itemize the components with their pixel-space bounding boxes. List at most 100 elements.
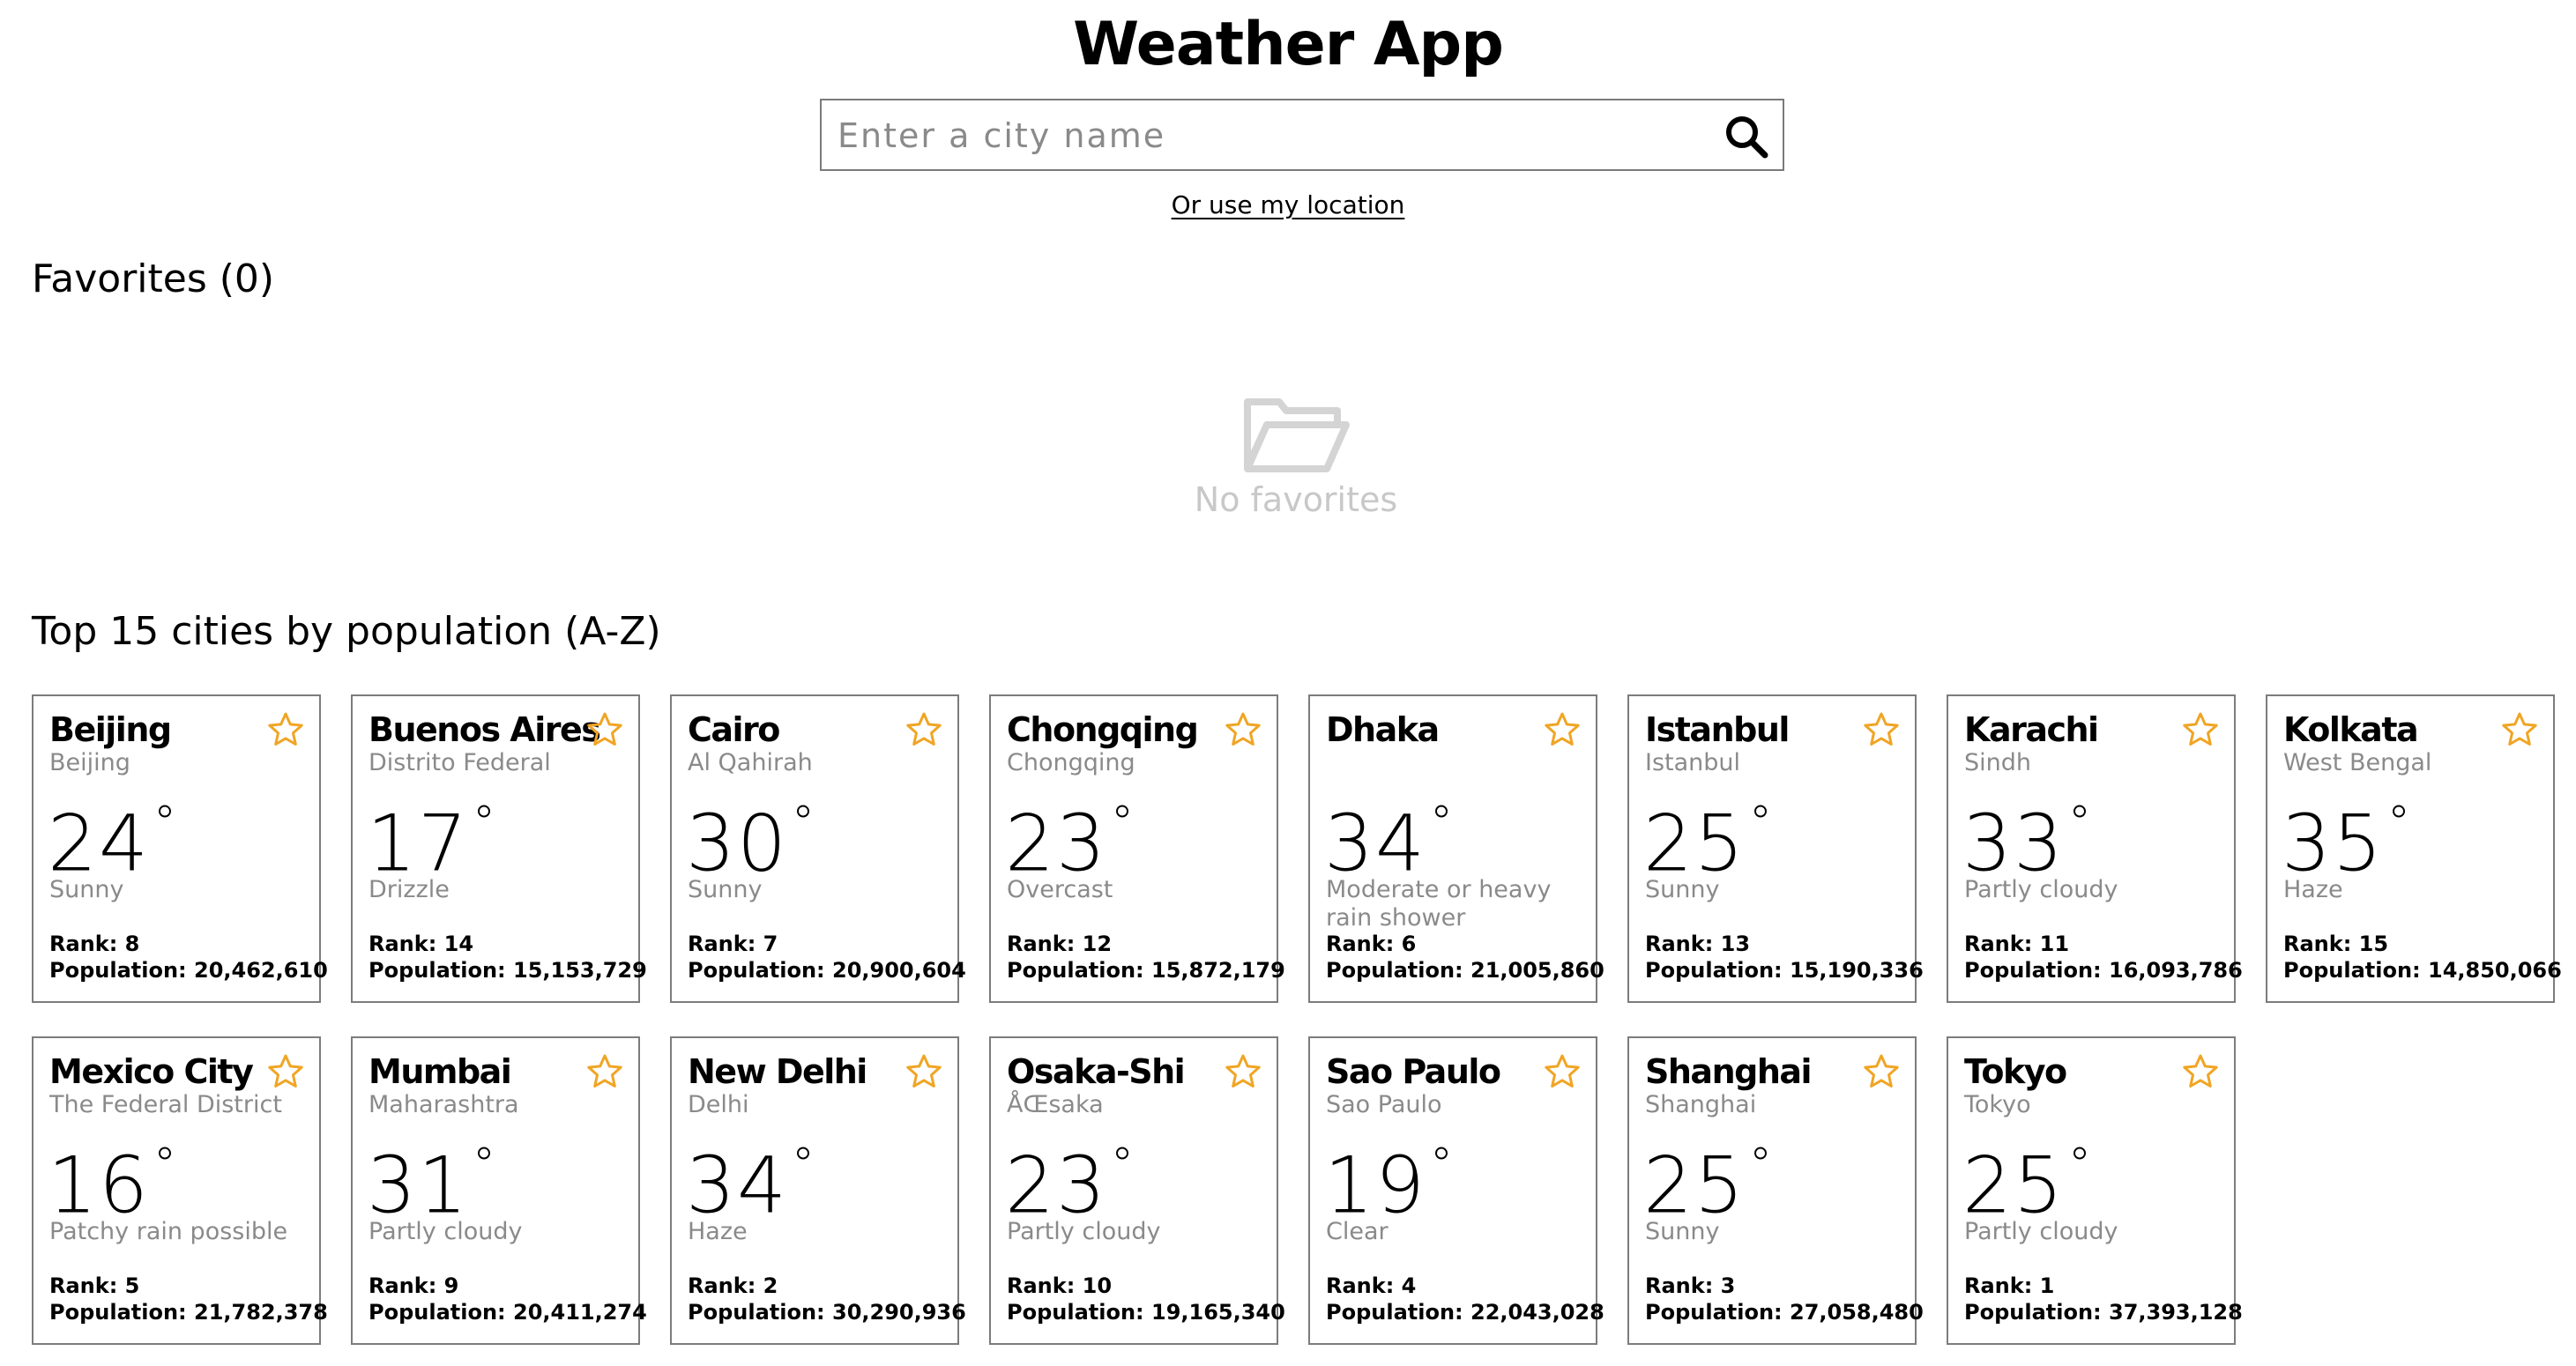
- star-outline-icon[interactable]: [2500, 710, 2539, 749]
- degree-symbol: °: [2386, 797, 2412, 850]
- star-outline-icon[interactable]: [1543, 710, 1582, 749]
- search-input[interactable]: [836, 100, 1703, 171]
- city-population: Population: 16,093,786: [1964, 958, 2243, 983]
- top-cities-heading: Top 15 cities by population (A-Z): [32, 609, 661, 654]
- star-outline-icon[interactable]: [1224, 1052, 1262, 1091]
- city-rank: Rank: 15: [2283, 932, 2389, 956]
- city-card[interactable]: Osaka-Shi ÅŒsaka 23° Partly cloudy Rank: 10 P…: [989, 1036, 1285, 1345]
- city-population: Population: 22,043,028: [1326, 1300, 1604, 1325]
- temperature-value: 30: [686, 798, 788, 889]
- city-region: Chongqing: [1007, 749, 1135, 776]
- star-outline-icon[interactable]: [1862, 710, 1901, 749]
- star-outline-icon[interactable]: [2181, 710, 2220, 749]
- city-population: Population: 37,393,128: [1964, 1300, 2243, 1325]
- weather-condition: Drizzle: [369, 876, 450, 903]
- star-outline-icon[interactable]: [266, 1052, 305, 1091]
- city-population: Population: 30,290,936: [688, 1300, 966, 1325]
- city-rank: Rank: 9: [369, 1273, 459, 1298]
- temperature: 23°: [1005, 784, 1135, 887]
- use-my-location-link[interactable]: Or use my location: [1172, 190, 1405, 219]
- city-name: Buenos Aires: [369, 710, 601, 749]
- favorites-heading: Favorites (0): [32, 256, 275, 301]
- temperature: 35°: [2282, 784, 2412, 887]
- degree-symbol: °: [2067, 1139, 2093, 1192]
- city-population: Population: 19,165,340: [1007, 1300, 1285, 1325]
- star-outline-icon[interactable]: [585, 710, 624, 749]
- city-population: Population: 20,462,610: [49, 958, 328, 983]
- city-card[interactable]: Dhaka 34° Moderate or heavy rain shower Ran…: [1308, 694, 1604, 1003]
- temperature-value: 16: [48, 1140, 150, 1231]
- city-population: Population: 27,058,480: [1645, 1300, 1924, 1325]
- city-card[interactable]: Mumbai Maharashtra 31° Partly cloudy Rank: 9…: [351, 1036, 647, 1345]
- star-outline-icon[interactable]: [905, 1052, 943, 1091]
- city-region: Sindh: [1964, 749, 2032, 776]
- city-rank: Rank: 13: [1645, 932, 1751, 956]
- city-name: Mumbai: [369, 1052, 512, 1091]
- temperature: 31°: [367, 1126, 497, 1229]
- temperature-value: 23: [1005, 1140, 1107, 1231]
- city-card[interactable]: Karachi Sindh 33° Partly cloudy Rank: 11 Popu…: [1947, 694, 2243, 1003]
- star-outline-icon[interactable]: [905, 710, 943, 749]
- weather-condition: Sunny: [688, 876, 763, 903]
- temperature: 17°: [367, 784, 497, 887]
- degree-symbol: °: [1748, 797, 1774, 850]
- star-outline-icon[interactable]: [2181, 1052, 2220, 1091]
- city-card[interactable]: Kolkata West Bengal 35° Haze Rank: 15 Populat…: [2266, 694, 2562, 1003]
- degree-symbol: °: [1748, 1139, 1774, 1192]
- temperature: 25°: [1643, 784, 1774, 887]
- star-outline-icon[interactable]: [1543, 1052, 1582, 1091]
- city-region: Shanghai: [1645, 1091, 1757, 1118]
- city-card[interactable]: Tokyo Tokyo 25° Partly cloudy Rank: 1 Populat…: [1947, 1036, 2243, 1345]
- city-card[interactable]: Cairo Al Qahirah 30° Sunny Rank: 7 Population…: [670, 694, 966, 1003]
- city-region: Distrito Federal: [369, 749, 551, 776]
- city-rank: Rank: 1: [1964, 1273, 2055, 1298]
- city-card[interactable]: Chongqing Chongqing 23° Overcast Rank: 12 Pop…: [989, 694, 1285, 1003]
- city-card[interactable]: Beijing Beijing 24° Sunny Rank: 8 Population:…: [32, 694, 328, 1003]
- city-population: Population: 15,190,336: [1645, 958, 1924, 983]
- weather-condition: Sunny: [1645, 876, 1720, 903]
- weather-condition: Patchy rain possible: [49, 1218, 288, 1245]
- city-card[interactable]: New Delhi Delhi 34° Haze Rank: 2 Population: …: [670, 1036, 966, 1345]
- city-population: Population: 21,782,378: [49, 1300, 328, 1325]
- folder-open-icon: [1244, 398, 1350, 472]
- city-population: Population: 15,872,179: [1007, 958, 1285, 983]
- search-bar: [820, 99, 1784, 171]
- temperature: 25°: [1962, 1126, 2093, 1229]
- weather-condition: Partly cloudy: [1007, 1218, 1161, 1245]
- temperature-value: 17: [367, 798, 469, 889]
- city-card[interactable]: Mexico City The Federal District 16° Patchy…: [32, 1036, 328, 1345]
- city-card-grid: Beijing Beijing 24° Sunny Rank: 8 Population:…: [32, 694, 2562, 1345]
- search-icon[interactable]: [1723, 113, 1770, 160]
- temperature-value: 24: [48, 798, 150, 889]
- temperature-value: 34: [686, 1140, 788, 1231]
- city-population: Population: 15,153,729: [369, 958, 647, 983]
- city-rank: Rank: 2: [688, 1273, 778, 1298]
- city-name: New Delhi: [688, 1052, 867, 1091]
- city-card[interactable]: Istanbul Istanbul 25° Sunny Rank: 13 Populati…: [1627, 694, 1924, 1003]
- city-card[interactable]: Buenos Aires Distrito Federal 17° Drizzle Ra…: [351, 694, 647, 1003]
- city-card[interactable]: Sao Paulo Sao Paulo 19° Clear Rank: 4 Populat…: [1308, 1036, 1604, 1345]
- degree-symbol: °: [791, 1139, 816, 1192]
- city-rank: Rank: 10: [1007, 1273, 1113, 1298]
- city-region: ÅŒsaka: [1007, 1091, 1104, 1118]
- degree-symbol: °: [472, 797, 497, 850]
- city-name: Mexico City: [49, 1052, 254, 1091]
- star-outline-icon[interactable]: [585, 1052, 624, 1091]
- weather-condition: Overcast: [1007, 876, 1113, 903]
- city-region: The Federal District: [49, 1091, 282, 1118]
- temperature: 16°: [48, 1126, 178, 1229]
- star-outline-icon[interactable]: [1862, 1052, 1901, 1091]
- temperature: 24°: [48, 784, 178, 887]
- star-outline-icon[interactable]: [266, 710, 305, 749]
- temperature-value: 33: [1962, 798, 2065, 889]
- city-name: Cairo: [688, 710, 780, 749]
- temperature-value: 34: [1324, 798, 1426, 889]
- city-region: Al Qahirah: [688, 749, 813, 776]
- star-outline-icon[interactable]: [1224, 710, 1262, 749]
- temperature-value: 31: [367, 1140, 469, 1231]
- degree-symbol: °: [2067, 797, 2093, 850]
- temperature-value: 19: [1324, 1140, 1426, 1231]
- city-name: Osaka-Shi: [1007, 1052, 1186, 1091]
- city-card[interactable]: Shanghai Shanghai 25° Sunny Rank: 3 Populatio…: [1627, 1036, 1924, 1345]
- weather-condition: Sunny: [49, 876, 124, 903]
